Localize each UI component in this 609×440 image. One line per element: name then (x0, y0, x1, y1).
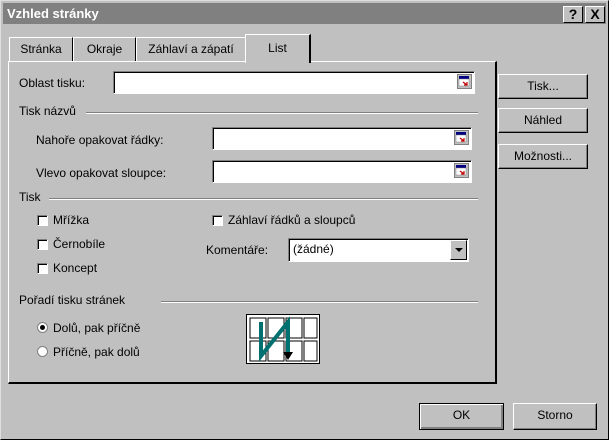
collapse-dialog-icon[interactable] (454, 163, 469, 178)
print-titles-heading: Tisk názvů (19, 104, 76, 118)
collapse-dialog-icon[interactable] (454, 130, 469, 145)
print-heading: Tisk (19, 190, 41, 204)
print-area-input[interactable] (113, 71, 475, 94)
row-col-headings-label[interactable]: Záhlaví řádků a sloupců (228, 213, 355, 227)
comments-label: Komentáře: (206, 243, 269, 257)
comments-selected-value: (žádné) (293, 242, 334, 256)
row-col-headings-checkbox[interactable] (212, 215, 223, 226)
rows-to-repeat-label: Nahoře opakovat řádky: (36, 133, 164, 147)
cols-to-repeat-label: Vlevo opakovat sloupce: (36, 166, 167, 180)
down-then-over-radio[interactable] (37, 322, 48, 333)
gridlines-label[interactable]: Mřížka (53, 213, 89, 227)
close-button[interactable]: X (585, 6, 605, 23)
divider (49, 198, 478, 200)
rows-to-repeat-input[interactable] (212, 127, 472, 150)
title-bar: Vzhled stránky ? X (3, 3, 606, 24)
ok-button[interactable]: OK (419, 403, 504, 430)
page-order-diagram-icon (246, 314, 320, 364)
collapse-dialog-icon[interactable] (457, 74, 472, 89)
divider (161, 301, 478, 303)
chevron-down-icon[interactable] (450, 240, 467, 260)
cancel-button[interactable]: Storno (513, 403, 597, 430)
window-title: Vzhled stránky (7, 6, 99, 21)
print-area-label: Oblast tisku: (19, 76, 86, 90)
page-order-heading: Pořadí tisku stránek (19, 293, 126, 307)
print-button[interactable]: Tisk... (498, 74, 588, 99)
comments-select[interactable]: (žádné) (288, 238, 469, 262)
page-setup-dialog: Vzhled stránky ? X Stránka Okraje Záhlav… (0, 0, 609, 440)
tab-list[interactable]: List (245, 34, 311, 63)
tab-panel-list: Oblast tisku: Tisk názvů Nahoře opakovat… (8, 61, 497, 384)
tab-okraje[interactable]: Okraje (73, 37, 136, 61)
over-then-down-radio[interactable] (37, 346, 48, 357)
preview-button[interactable]: Náhled (498, 108, 588, 133)
options-button[interactable]: Možnosti... (498, 144, 588, 169)
divider (86, 112, 478, 114)
black-white-checkbox[interactable] (37, 239, 48, 250)
draft-label[interactable]: Koncept (53, 261, 97, 275)
down-then-over-label[interactable]: Dolů, pak příčně (53, 321, 140, 335)
black-white-label[interactable]: Černobíle (53, 237, 105, 251)
tab-zahlavi-zapati[interactable]: Záhlaví a zápatí (136, 37, 246, 61)
draft-checkbox[interactable] (37, 263, 48, 274)
gridlines-checkbox[interactable] (37, 215, 48, 226)
tab-stranka[interactable]: Stránka (9, 37, 73, 61)
cols-to-repeat-input[interactable] (212, 160, 472, 183)
over-then-down-label[interactable]: Příčně, pak dolů (53, 345, 140, 359)
help-button[interactable]: ? (563, 6, 583, 23)
